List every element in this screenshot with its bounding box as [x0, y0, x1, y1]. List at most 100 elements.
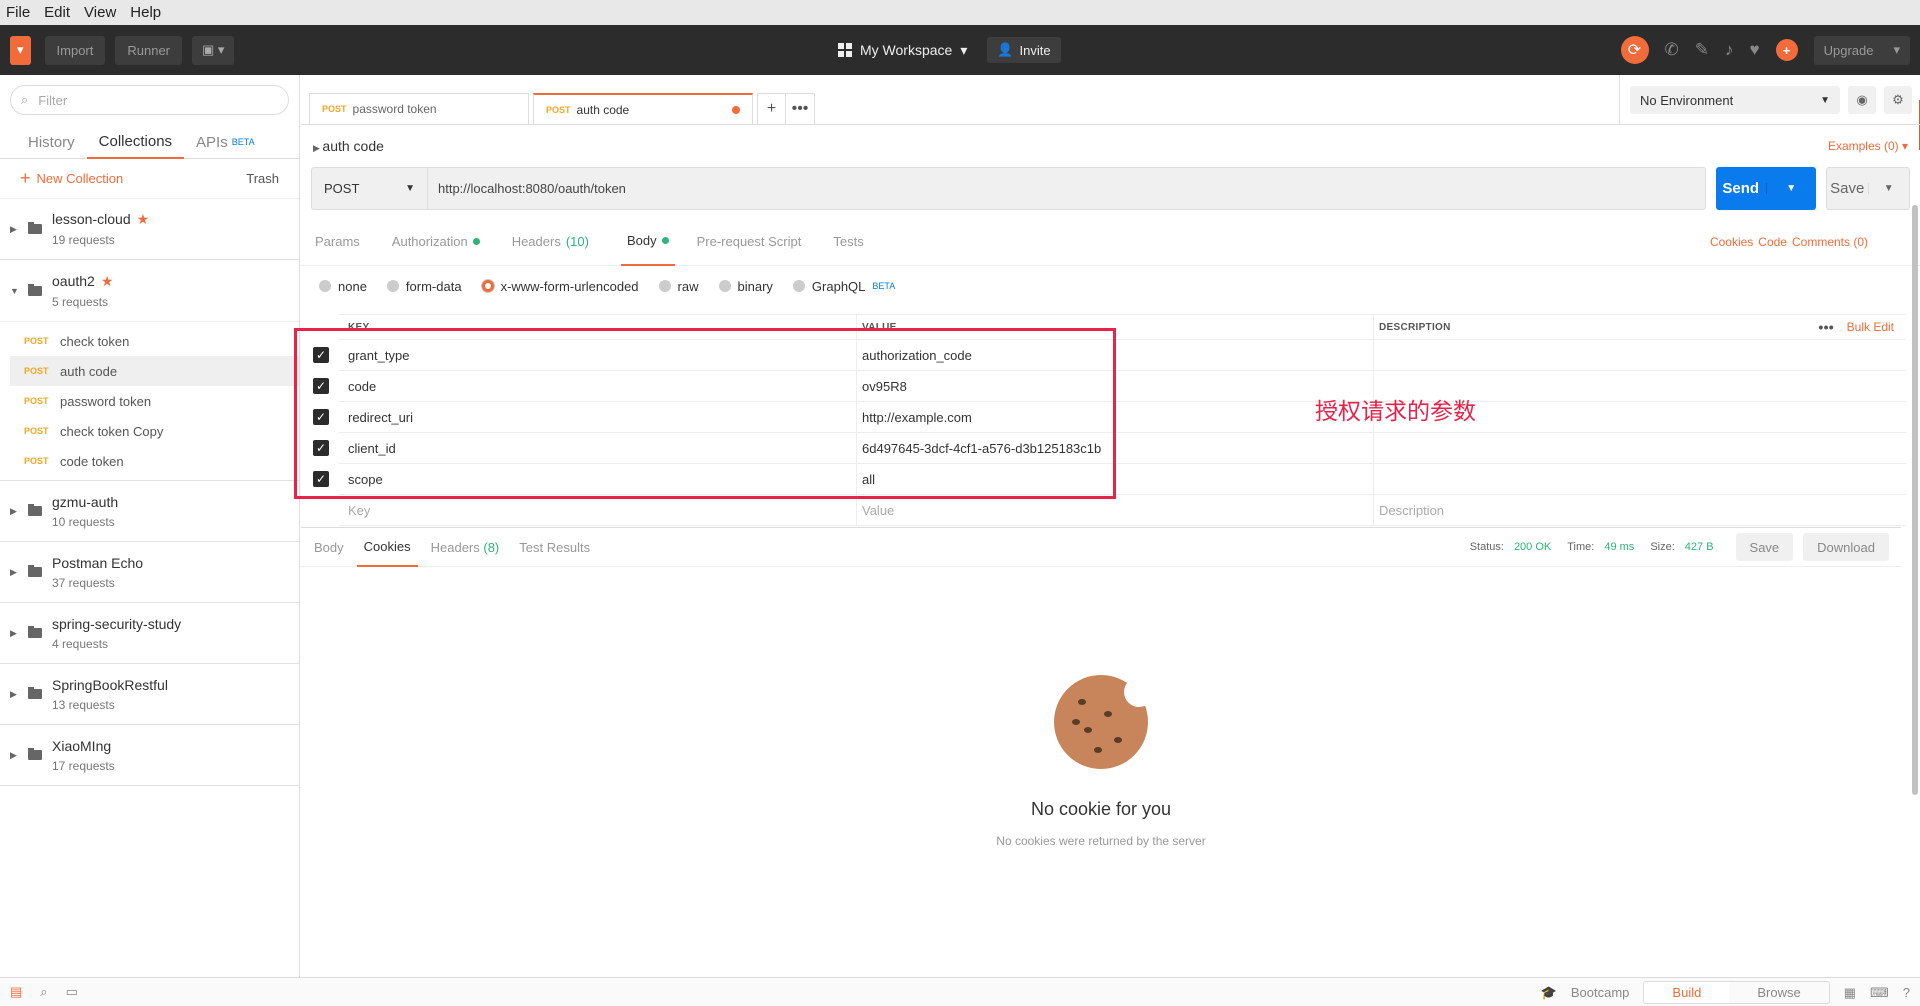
runner-button[interactable]: Runner	[115, 35, 183, 65]
find-icon[interactable]: ⌕	[40, 984, 47, 1000]
send-button[interactable]: Send ▼	[1716, 167, 1816, 210]
save-button[interactable]: Save ▼	[1826, 167, 1910, 210]
console-icon[interactable]: ▭	[66, 984, 78, 1000]
tab-body[interactable]: Body	[620, 218, 675, 266]
menu-file[interactable]: File	[6, 4, 30, 21]
new-dropdown-icon[interactable]: ▾	[10, 42, 31, 58]
tab-prerequest-script[interactable]: Pre-request Script	[697, 218, 818, 266]
collection-item[interactable]: ▶ Postman Echo 37 requests	[0, 542, 299, 603]
tab-response-body[interactable]: Body	[307, 527, 351, 567]
menu-help[interactable]: Help	[130, 4, 161, 21]
keyboard-icon[interactable]: ⌨	[1870, 985, 1889, 1001]
download-button[interactable]: Download	[1803, 533, 1889, 561]
value-input[interactable]: Value	[857, 495, 1374, 525]
caret-right-icon[interactable]: ▶	[10, 689, 18, 700]
collection-item[interactable]: ▶ lesson-cloud ★ 19 requests	[0, 199, 299, 260]
import-button[interactable]: Import	[44, 35, 106, 65]
build-button[interactable]: Build	[1644, 982, 1730, 1003]
bootcamp-link[interactable]: Bootcamp	[1571, 985, 1630, 1000]
heart-icon[interactable]: ♥	[1750, 40, 1760, 60]
environment-select[interactable]: No Environment ▼	[1630, 86, 1840, 114]
tab-tests[interactable]: Tests	[833, 218, 879, 266]
chevron-down-icon[interactable]: ▼	[1765, 183, 1817, 194]
new-window-button[interactable]: ▣ ▾	[192, 35, 235, 65]
param-description[interactable]	[1374, 433, 1906, 463]
filter-input[interactable]: ⌕ Filter	[10, 85, 289, 115]
status-value[interactable]: 200 OK	[1514, 541, 1551, 553]
tab-headers[interactable]: Headers (10)	[512, 218, 605, 266]
time-value[interactable]: 49 ms	[1604, 541, 1634, 553]
add-tab-button[interactable]: +	[757, 93, 786, 124]
examples-dropdown[interactable]: Examples (0) ▾	[1828, 139, 1908, 153]
collection-item[interactable]: ▶ gzmu-auth 10 requests	[0, 481, 299, 542]
size-value[interactable]: 427 B	[1685, 541, 1714, 553]
radio-raw[interactable]: raw	[658, 279, 699, 294]
request-tab-active[interactable]: POST auth code	[533, 93, 753, 124]
gear-icon[interactable]: ⚙	[1884, 86, 1912, 114]
caret-right-icon[interactable]: ▶	[313, 143, 322, 153]
collection-item[interactable]: ▶ XiaoMIng 17 requests	[0, 725, 299, 786]
method-select[interactable]: POST ▼	[312, 168, 428, 209]
tab-response-cookies[interactable]: Cookies	[356, 527, 418, 567]
caret-right-icon[interactable]: ▶	[10, 628, 18, 639]
request-tab[interactable]: POST password token	[309, 93, 529, 124]
tab-apis[interactable]: APIs BETA	[184, 125, 267, 159]
radio-binary[interactable]: binary	[718, 279, 773, 294]
collection-item[interactable]: ▼ oauth2 ★ 5 requests	[0, 260, 299, 321]
caret-right-icon[interactable]: ▶	[10, 567, 18, 578]
tab-test-results[interactable]: Test Results	[512, 527, 597, 567]
sync-icon[interactable]: ⟳	[1620, 36, 1649, 64]
bell-icon[interactable]: ♪	[1725, 40, 1734, 60]
browse-button[interactable]: Browse	[1729, 982, 1828, 1003]
trash-button[interactable]: Trash	[246, 171, 279, 186]
tab-params[interactable]: Params	[315, 218, 376, 266]
caret-right-icon[interactable]: ▶	[10, 750, 18, 761]
sidebar-toggle-icon[interactable]: ▤	[10, 984, 22, 1000]
new-button[interactable]: + New ▾	[10, 35, 1920, 150]
caret-right-icon[interactable]: ▶	[10, 506, 18, 517]
more-icon[interactable]: •••	[1818, 319, 1834, 335]
satellite-icon[interactable]: ✆	[1665, 40, 1679, 60]
help-icon[interactable]: ?	[1903, 985, 1910, 1000]
tab-response-headers[interactable]: Headers (8)	[424, 527, 507, 567]
tab-history[interactable]: History	[16, 125, 87, 159]
request-item[interactable]: POST check token	[0, 326, 299, 356]
star-icon[interactable]: ★	[101, 273, 114, 289]
star-icon[interactable]: ★	[137, 211, 150, 227]
param-description[interactable]	[1374, 464, 1906, 494]
description-input[interactable]: Description	[1374, 495, 1906, 525]
add-circle-icon[interactable]: +	[1775, 39, 1798, 61]
comments-link[interactable]: Comments (0)	[1792, 235, 1868, 249]
eye-icon[interactable]: ◉	[1848, 86, 1876, 114]
workspace-switcher[interactable]: My Workspace ▾ 👤 Invite	[838, 25, 1061, 75]
request-item[interactable]: POST code token	[0, 446, 299, 476]
caret-right-icon[interactable]: ▶	[10, 224, 18, 235]
request-item-selected[interactable]: POST auth code	[10, 356, 299, 386]
menu-edit[interactable]: Edit	[44, 4, 70, 21]
tab-collections[interactable]: Collections	[86, 125, 185, 159]
cookies-link[interactable]: Cookies	[1710, 235, 1753, 249]
radio-urlencoded[interactable]: x-www-form-urlencoded	[481, 279, 639, 294]
param-description[interactable]	[1374, 340, 1906, 370]
chevron-down-icon[interactable]: ▼	[1867, 183, 1910, 194]
scrollbar[interactable]	[1912, 205, 1918, 795]
request-item[interactable]: POST check token Copy	[0, 416, 299, 446]
radio-none[interactable]: none	[319, 279, 367, 294]
collection-item[interactable]: ▶ spring-security-study 4 requests	[0, 603, 299, 664]
invite-button[interactable]: 👤 Invite	[987, 37, 1061, 63]
two-pane-icon[interactable]: ▦	[1844, 985, 1856, 1001]
code-link[interactable]: Code	[1758, 235, 1787, 249]
url-input[interactable]: http://localhost:8080/oauth/token	[428, 168, 1705, 209]
tab-authorization[interactable]: Authorization	[392, 218, 496, 266]
caret-down-icon[interactable]: ▼	[10, 286, 19, 296]
radio-form-data[interactable]: form-data	[386, 279, 462, 294]
radio-graphql[interactable]: GraphQL BETA	[792, 279, 895, 294]
save-response-button[interactable]: Save	[1735, 533, 1794, 561]
collection-item[interactable]: ▶ SpringBookRestful 13 requests	[0, 664, 299, 725]
tab-options-button[interactable]: •••	[786, 93, 815, 124]
upgrade-button[interactable]: Upgrade ▾	[1813, 35, 1910, 65]
wrench-icon[interactable]: ✎	[1695, 40, 1709, 60]
bulk-edit-link[interactable]: Bulk Edit	[1847, 320, 1894, 334]
request-item[interactable]: POST password token	[0, 386, 299, 416]
new-collection-button[interactable]: + New Collection	[20, 168, 123, 189]
